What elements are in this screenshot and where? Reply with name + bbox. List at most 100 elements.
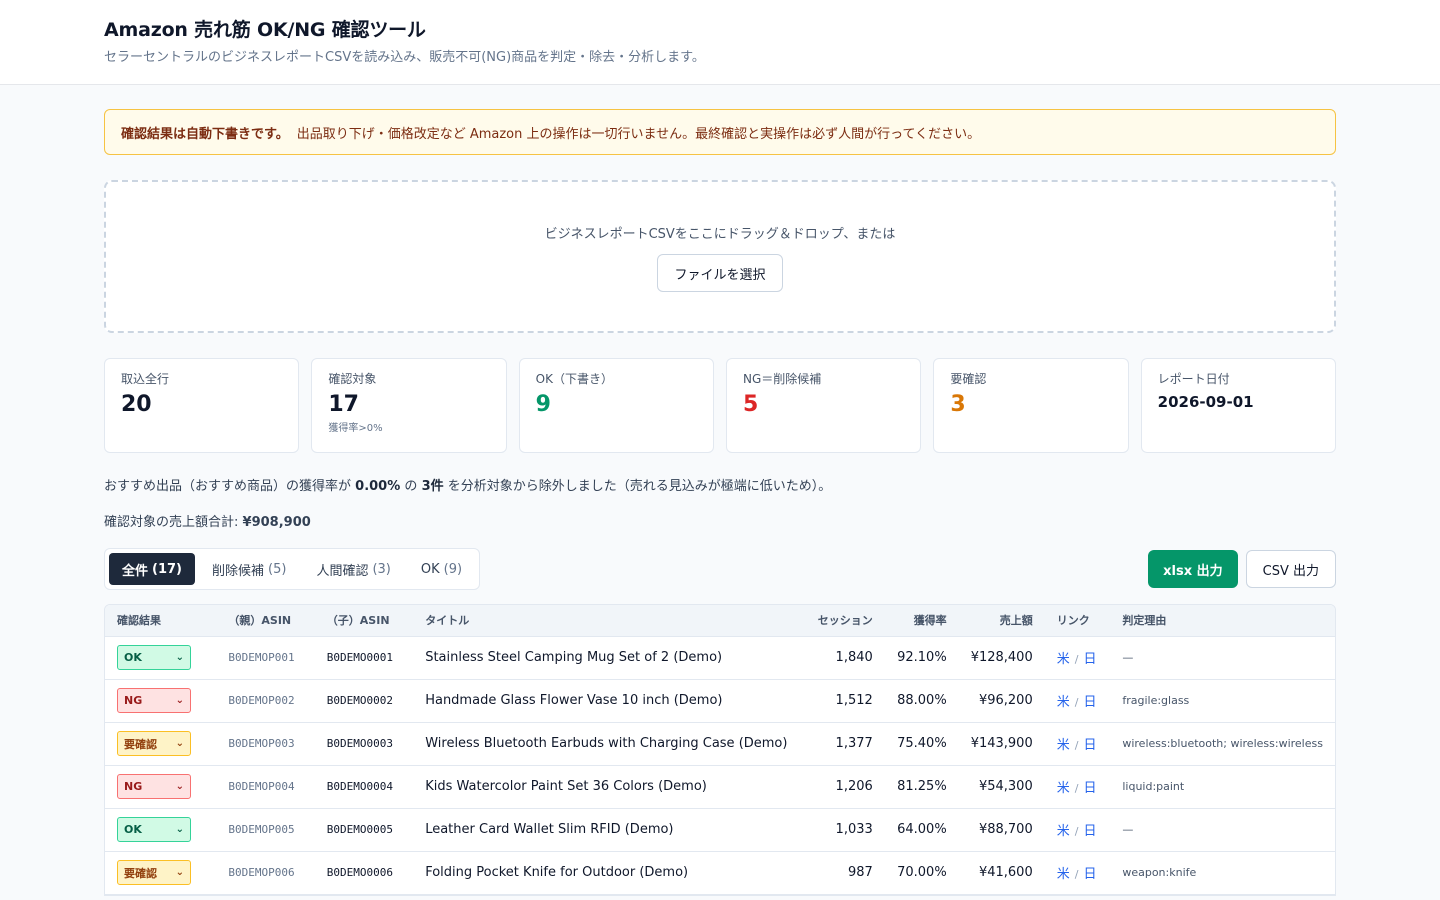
product-title: Kids Watercolor Paint Set 36 Colors (Dem…	[413, 765, 800, 809]
export-buttons: xlsx 出力 CSV 出力	[1148, 550, 1336, 588]
parent-asin: B0DEMOP005	[216, 808, 315, 852]
links-cell: 米 / 日	[1044, 851, 1111, 895]
sales-total-value: ¥908,900	[242, 515, 311, 530]
status-select[interactable]: OK ⌄	[117, 817, 191, 842]
status-value: OK	[124, 823, 142, 836]
stat-label: 確認対象	[328, 372, 377, 386]
tab-count: (17)	[152, 561, 182, 577]
status-value: OK	[124, 651, 142, 664]
info-prefix: おすすめ出品（おすすめ商品）の獲得率が	[104, 479, 352, 494]
child-asin: B0DEMO0006	[314, 851, 414, 895]
app-header: Amazon 売れ筋 OK/NG 確認ツール セラーセントラルのビジネスレポート…	[0, 0, 1440, 85]
info-count: 3件	[421, 479, 444, 494]
child-asin: B0DEMO0001	[314, 636, 414, 680]
table-toolbar: 全件 (17) 削除候補 (5) 人間確認 (3) OK (9) xlsx 出力 CSV…	[104, 548, 1336, 590]
link-jp[interactable]: 日	[1083, 781, 1096, 796]
link-jp[interactable]: 日	[1083, 695, 1096, 710]
link-us[interactable]: 米	[1057, 867, 1070, 882]
tab-human-check[interactable]: 人間確認 (3)	[303, 553, 403, 585]
header-rate[interactable]: 獲得率	[884, 605, 959, 637]
tab-count: (3)	[372, 561, 391, 577]
link-jp[interactable]: 日	[1083, 867, 1096, 882]
table-row: OK ⌄ B0DEMOP001 B0DEMO0001 Stainless Steel C…	[105, 636, 1335, 680]
child-asin: B0DEMO0003	[314, 722, 414, 766]
notice-strong: 確認結果は自動下書きです。	[121, 126, 289, 142]
status-select[interactable]: 要確認 ⌄	[117, 860, 191, 885]
link-jp[interactable]: 日	[1083, 652, 1096, 667]
parent-asin: B0DEMOP004	[216, 765, 315, 809]
exclusion-info: おすすめ出品（おすすめ商品）の獲得率が 0.00% の 3件 を分析対象から除外…	[104, 478, 1336, 496]
sessions: 1,033	[799, 808, 885, 852]
link-us[interactable]: 米	[1057, 738, 1070, 753]
chevron-down-icon: ⌄	[175, 824, 184, 835]
notice-text: 出品取り下げ・価格改定など Amazon 上の操作は一切行いません。最終確認と実…	[296, 126, 981, 142]
judgment-reason: fragile:glass	[1110, 679, 1335, 723]
tab-ok[interactable]: OK (9)	[408, 553, 475, 585]
link-us[interactable]: 米	[1057, 695, 1070, 710]
results-table: 確認結果 （親）ASIN （子）ASIN タイトル セッション 獲得率 売上額 …	[104, 604, 1336, 896]
status-select[interactable]: 要確認 ⌄	[117, 731, 191, 756]
file-select-button[interactable]: ファイルを選択	[657, 254, 783, 292]
child-asin: B0DEMO0002	[314, 679, 414, 723]
stat-value: 5	[742, 392, 759, 417]
tab-label: 全件	[122, 563, 149, 579]
status-cell: NG ⌄	[105, 679, 217, 723]
xlsx-export-button[interactable]: xlsx 出力	[1148, 550, 1238, 588]
acquisition-rate: 70.00%	[884, 851, 959, 895]
stat-value: 20	[121, 392, 152, 417]
sessions: 1,512	[799, 679, 885, 723]
sales-amount: ¥54,300	[958, 765, 1045, 809]
header-child-asin[interactable]: （子）ASIN	[314, 605, 414, 637]
csv-dropzone[interactable]: ビジネスレポートCSVをここにドラッグ＆ドロップ、または ファイルを選択	[104, 180, 1336, 333]
header-status[interactable]: 確認結果	[105, 605, 217, 637]
link-separator: /	[1074, 868, 1079, 881]
header-parent-asin[interactable]: （親）ASIN	[216, 605, 315, 637]
status-select[interactable]: OK ⌄	[117, 645, 191, 670]
info-mid: の	[404, 479, 418, 494]
status-select[interactable]: NG ⌄	[117, 688, 191, 713]
table-row: NG ⌄ B0DEMOP004 B0DEMO0004 Kids Watercolor P…	[105, 765, 1335, 809]
link-jp[interactable]: 日	[1083, 824, 1096, 839]
header-sessions[interactable]: セッション	[799, 605, 885, 637]
stat-total-rows: 取込全行 20	[104, 358, 300, 453]
judgment-reason: —	[1110, 808, 1335, 852]
link-us[interactable]: 米	[1057, 824, 1070, 839]
link-jp[interactable]: 日	[1083, 738, 1096, 753]
tab-delete-candidates[interactable]: 削除候補 (5)	[199, 553, 299, 585]
tab-all[interactable]: 全件 (17)	[109, 553, 195, 585]
sessions: 987	[799, 851, 885, 895]
links-cell: 米 / 日	[1044, 808, 1111, 852]
stat-label: 取込全行	[121, 372, 170, 386]
sales-amount: ¥41,600	[958, 851, 1045, 895]
status-cell: NG ⌄	[105, 765, 217, 809]
status-cell: 要確認 ⌄	[105, 722, 217, 766]
sales-total-label: 確認対象の売上額合計:	[104, 515, 239, 530]
status-cell: OK ⌄	[105, 808, 217, 852]
header-title[interactable]: タイトル	[413, 605, 800, 637]
status-select[interactable]: NG ⌄	[117, 774, 191, 799]
sales-amount: ¥88,700	[958, 808, 1045, 852]
sessions: 1,206	[799, 765, 885, 809]
parent-asin: B0DEMOP002	[216, 679, 315, 723]
link-separator: /	[1074, 739, 1079, 752]
stat-note: 獲得率>0%	[328, 423, 383, 434]
stat-value: 17	[328, 392, 359, 417]
header-sales[interactable]: 売上額	[958, 605, 1045, 637]
acquisition-rate: 92.10%	[884, 636, 959, 680]
status-value: 要確認	[124, 737, 157, 751]
info-suffix: を分析対象から除外しました（売れる見込みが極端に低いため）。	[447, 479, 832, 494]
status-value: NG	[124, 694, 143, 707]
child-asin: B0DEMO0005	[314, 808, 414, 852]
chevron-down-icon: ⌄	[175, 781, 184, 792]
link-us[interactable]: 米	[1057, 652, 1070, 667]
link-separator: /	[1074, 696, 1079, 709]
stat-value: 2026-09-01	[1157, 393, 1254, 411]
parent-asin: B0DEMOP006	[216, 851, 315, 895]
table-body: OK ⌄ B0DEMOP001 B0DEMO0001 Stainless Steel C…	[105, 636, 1335, 895]
chevron-down-icon: ⌄	[175, 695, 184, 706]
header-reason[interactable]: 判定理由	[1110, 605, 1335, 637]
judgment-reason: weapon:knife	[1110, 851, 1335, 895]
csv-export-button[interactable]: CSV 出力	[1245, 550, 1336, 588]
info-rate: 0.00%	[355, 479, 401, 494]
link-us[interactable]: 米	[1057, 781, 1070, 796]
